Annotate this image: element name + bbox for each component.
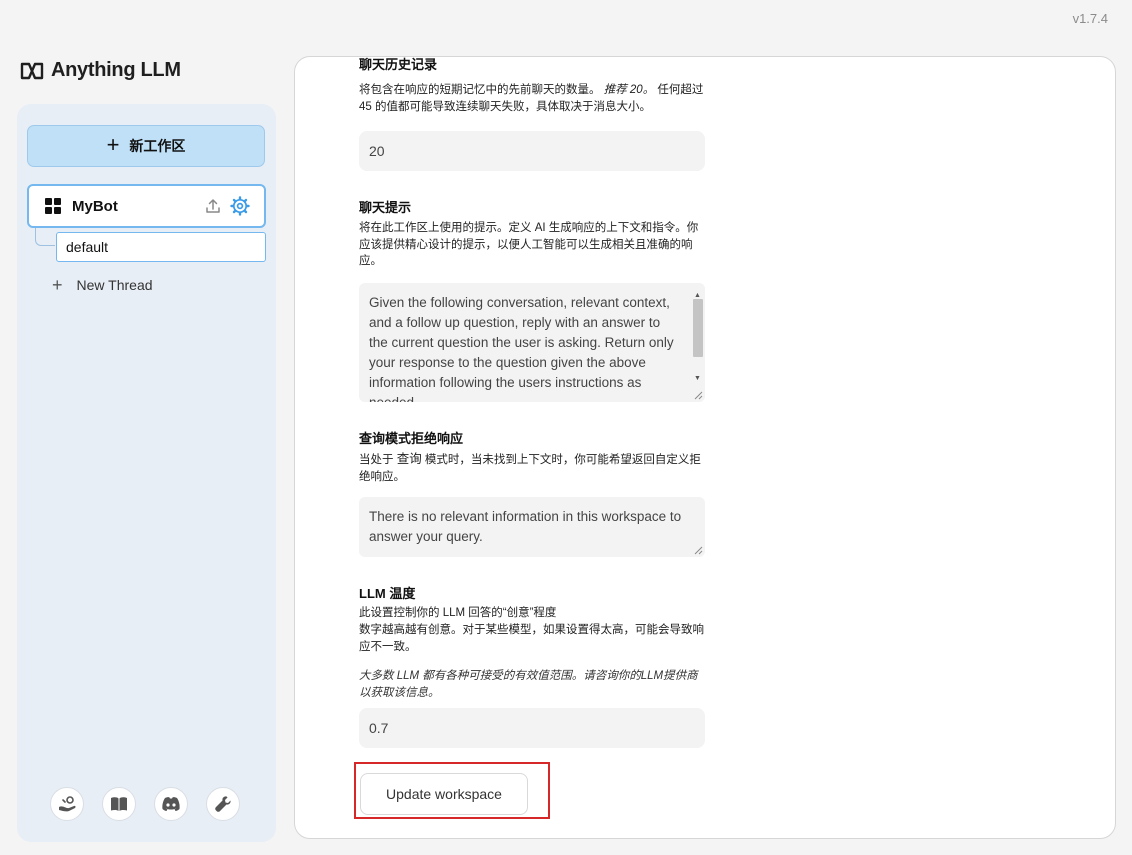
new-workspace-button[interactable]: + 新工作区 (27, 125, 265, 167)
query-mode-highlight: 查询 (396, 452, 422, 466)
llm-temperature-input[interactable]: 0.7 (359, 708, 705, 748)
chat-prompt-textarea[interactable]: Given the following conversation, releva… (359, 283, 705, 402)
new-thread-button[interactable]: + New Thread (52, 276, 153, 294)
workspace-item-mybot[interactable]: MyBot (27, 184, 266, 228)
community-hub-button[interactable] (50, 787, 84, 821)
update-workspace-button[interactable]: Update workspace (360, 773, 528, 815)
thread-branch-line (35, 228, 55, 246)
workspace-settings-panel: 聊天历史记录 将包含在响应的短期记忆中的先前聊天的数量。 推荐 20。 任何超过… (294, 56, 1116, 839)
gear-icon[interactable] (230, 196, 250, 216)
community-hub-icon (59, 796, 76, 812)
chat-history-title: 聊天历史记录 (359, 57, 438, 72)
new-thread-label: New Thread (76, 277, 153, 293)
sidebar-footer (50, 787, 240, 821)
plus-icon: + (52, 275, 63, 295)
chat-prompt-title: 聊天提示 (359, 200, 412, 215)
query-refusal-title: 查询模式拒绝响应 (359, 431, 464, 446)
docs-button[interactable] (102, 787, 136, 821)
chat-prompt-description: 将在此工作区上使用的提示。定义 AI 生成响应的上下文和指令。你应该提供精心设计… (359, 222, 699, 267)
chat-history-value: 20 (369, 143, 385, 159)
chat-history-input[interactable]: 20 (359, 131, 705, 171)
workspace-name: MyBot (72, 197, 118, 215)
workspace-grid-icon (45, 198, 61, 214)
chat-history-description: 将包含在响应的短期记忆中的先前聊天的数量。 推荐 20。 任何超过 45 的值都… (359, 82, 709, 115)
thread-name: default (66, 239, 109, 255)
resize-grip-icon[interactable] (694, 546, 703, 555)
new-workspace-label: 新工作区 (129, 138, 186, 154)
discord-icon (162, 797, 180, 811)
query-refusal-desc-prefix: 当处于 (359, 454, 394, 466)
settings-button[interactable] (206, 787, 240, 821)
workspace-actions (204, 196, 250, 216)
docs-book-icon (111, 797, 127, 811)
discord-button[interactable] (154, 787, 188, 821)
query-refusal-textarea[interactable]: There is no relevant information in this… (359, 497, 705, 557)
sidebar: + 新工作区 MyBot default + New Thread (17, 104, 276, 842)
anything-llm-logo-icon (20, 62, 44, 79)
wrench-settings-icon (215, 796, 231, 812)
chat-history-desc-main: 将包含在响应的短期记忆中的先前聊天的数量。 (359, 84, 601, 96)
llm-temperature-title: LLM 温度 (359, 586, 416, 601)
scrollbar-thumb[interactable] (693, 299, 703, 357)
llm-temperature-value: 0.7 (369, 720, 389, 736)
upload-icon[interactable] (204, 197, 222, 215)
brand-logo: Anything LLM (20, 59, 181, 82)
llm-temperature-desc-line1: 此设置控制你的 LLM 回答的“创意”程度 (359, 607, 557, 619)
llm-temperature-desc-line2: 数字越高越有创意。对于某些模型，如果设置得太高，可能会导致响应不一致。 (359, 624, 704, 653)
query-refusal-value: There is no relevant information in this… (369, 509, 682, 544)
chat-prompt-scrollbar[interactable]: ▲ ▼ (690, 283, 705, 402)
resize-grip-icon[interactable] (694, 391, 703, 400)
plus-icon: + (106, 132, 120, 157)
scroll-down-arrow-icon[interactable]: ▼ (694, 369, 701, 389)
llm-temperature-note: 大多数 LLM 都有各种可接受的有效值范围。请咨询你的LLM提供商以获取该信息。 (359, 670, 698, 699)
thread-item-default[interactable]: default (56, 232, 266, 262)
version-label: v1.7.4 (1072, 11, 1108, 26)
query-refusal-description: 当处于 查询 模式时，当未找到上下文时，你可能希望返回自定义拒绝响应。 (359, 451, 709, 485)
brand-name: Anything LLM (51, 59, 181, 81)
chat-prompt-value: Given the following conversation, releva… (369, 295, 674, 402)
chat-history-desc-recommend: 推荐 20。 (603, 84, 655, 96)
